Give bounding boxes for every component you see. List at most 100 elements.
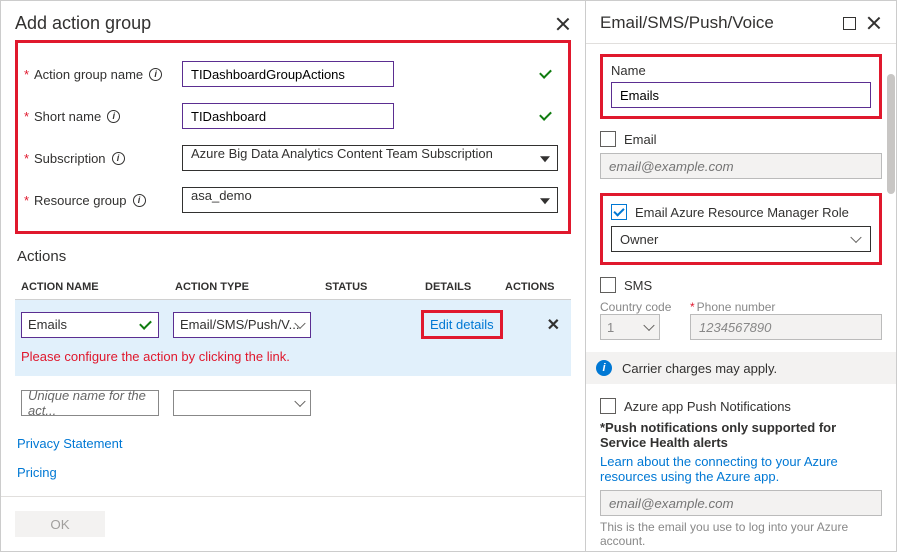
email-checkbox[interactable] — [600, 131, 616, 147]
error-message: Please configure the action by clicking … — [21, 349, 571, 364]
carrier-note: Carrier charges may apply. — [622, 361, 777, 376]
actions-heading: Actions — [17, 248, 571, 265]
select-wrap: Azure Big Data Analytics Content Team Su… — [182, 145, 558, 171]
row-subscription: * Subscription i Azure Big Data Analytic… — [24, 145, 558, 171]
label-short-name: Short name i — [34, 109, 182, 124]
col-action-name: ACTION NAME — [15, 281, 175, 293]
privacy-statement-link[interactable]: Privacy Statement — [17, 436, 571, 451]
add-action-group-panel: Add action group * Action group name i *… — [1, 1, 586, 551]
name-input[interactable] — [611, 82, 871, 108]
label-text: Short name — [34, 109, 101, 124]
left-footer: OK — [1, 496, 585, 551]
push-email-input[interactable] — [600, 490, 882, 516]
pricing-link[interactable]: Pricing — [17, 465, 571, 480]
table-row: Emails Email/SMS/Push/V... Edit details … — [15, 299, 571, 376]
info-icon[interactable]: i — [107, 110, 120, 123]
select-wrap: asa_demo — [182, 187, 558, 213]
new-action-name-input[interactable]: Unique name for the act... — [21, 390, 159, 416]
push-bold-note: *Push notifications only supported for S… — [600, 420, 882, 450]
name-label: Name — [611, 63, 871, 78]
form-highlight-box: * Action group name i * Short name i — [15, 40, 571, 234]
arm-checkbox-row: Email Azure Resource Manager Role — [611, 204, 871, 220]
arm-highlight-box: Email Azure Resource Manager Role Owner — [600, 193, 882, 265]
edit-details-link[interactable]: Edit details — [430, 317, 494, 332]
carrier-info-bar: i Carrier charges may apply. — [586, 352, 896, 384]
info-icon: i — [596, 360, 612, 376]
required-star: * — [24, 193, 34, 208]
action-type-select[interactable]: Email/SMS/Push/V... — [173, 312, 311, 338]
checkmark-icon — [538, 67, 552, 81]
table-row-top: Emails Email/SMS/Push/V... Edit details … — [15, 310, 571, 339]
push-learn-link[interactable]: Learn about the connecting to your Azure… — [600, 454, 882, 484]
close-icon[interactable] — [555, 16, 571, 32]
sms-section: SMS Country code 1 *Phone number 1234567… — [600, 277, 882, 340]
input-wrap — [182, 61, 558, 87]
info-icon[interactable]: i — [133, 194, 146, 207]
email-input[interactable] — [600, 153, 882, 179]
push-section: Azure app Push Notifications *Push notif… — [600, 398, 882, 548]
action-type-value: Email/SMS/Push/V... — [180, 317, 299, 332]
required-star: * — [24, 67, 34, 82]
row-action-group-name: * Action group name i — [24, 61, 558, 87]
input-wrap — [182, 103, 558, 129]
row-resource-group: * Resource group i asa_demo — [24, 187, 558, 213]
action-name-input[interactable]: Emails — [21, 312, 159, 338]
phone-label-text: Phone number — [697, 300, 776, 314]
arm-label: Email Azure Resource Manager Role — [635, 205, 849, 220]
label-text: Action group name — [34, 67, 143, 82]
push-checkbox[interactable] — [600, 398, 616, 414]
chevron-down-icon — [850, 232, 861, 243]
country-code-label: Country code — [600, 300, 671, 314]
col-action-type: ACTION TYPE — [175, 281, 325, 293]
close-icon[interactable] — [866, 15, 882, 31]
right-panel-title: Email/SMS/Push/Voice — [600, 13, 833, 33]
delete-row-button[interactable]: ✕ — [547, 315, 560, 335]
col-details: DETAILS — [425, 281, 505, 293]
label-subscription: Subscription i — [34, 151, 182, 166]
phone-label: *Phone number — [690, 300, 775, 314]
country-code-value: 1 — [607, 320, 614, 335]
table-header: ACTION NAME ACTION TYPE STATUS DETAILS A… — [15, 275, 571, 299]
short-name-input[interactable] — [182, 103, 394, 129]
arm-role-select[interactable]: Owner — [611, 226, 871, 252]
ok-button[interactable]: OK — [15, 511, 105, 537]
sms-label: SMS — [624, 278, 652, 293]
action-group-name-input[interactable] — [182, 61, 394, 87]
resource-group-select[interactable]: asa_demo — [182, 187, 558, 213]
right-panel-body: Name Email Email Azure Resource Manager … — [586, 44, 896, 551]
new-action-type-select[interactable] — [173, 390, 311, 416]
table-row: Unique name for the act... — [15, 376, 571, 430]
email-label: Email — [624, 132, 657, 147]
details-highlight: Edit details — [421, 310, 503, 339]
left-panel-body: * Action group name i * Short name i — [1, 38, 585, 496]
subscription-select[interactable]: Azure Big Data Analytics Content Team Su… — [182, 145, 558, 171]
email-checkbox-row: Email — [600, 131, 882, 147]
push-label: Azure app Push Notifications — [624, 399, 791, 414]
scrollbar-thumb[interactable] — [887, 74, 895, 194]
checkmark-icon — [138, 318, 152, 332]
sms-checkbox-row: SMS — [600, 277, 882, 293]
required-star: * — [24, 151, 34, 166]
chevron-down-icon — [643, 320, 654, 331]
label-text: Subscription — [34, 151, 106, 166]
checkmark-icon — [538, 109, 552, 123]
maximize-icon[interactable] — [843, 17, 856, 30]
phone-input[interactable]: 1234567890 — [690, 314, 882, 340]
sms-checkbox[interactable] — [600, 277, 616, 293]
left-panel-title: Add action group — [15, 13, 545, 34]
arm-role-value: Owner — [620, 232, 658, 247]
country-code-select[interactable]: 1 — [600, 314, 660, 340]
name-highlight-box: Name — [600, 54, 882, 119]
arm-checkbox[interactable] — [611, 204, 627, 220]
required-star: * — [24, 109, 34, 124]
info-icon[interactable]: i — [149, 68, 162, 81]
chevron-down-icon — [294, 396, 305, 407]
col-actions: ACTIONS — [505, 281, 565, 293]
action-name-value: Emails — [28, 317, 67, 332]
col-status: STATUS — [325, 281, 425, 293]
right-panel-header: Email/SMS/Push/Voice — [586, 1, 896, 44]
left-panel-header: Add action group — [1, 1, 585, 38]
label-resource-group: Resource group i — [34, 193, 182, 208]
info-icon[interactable]: i — [112, 152, 125, 165]
email-sms-push-voice-panel: Email/SMS/Push/Voice Name Email Email Az… — [586, 1, 896, 551]
